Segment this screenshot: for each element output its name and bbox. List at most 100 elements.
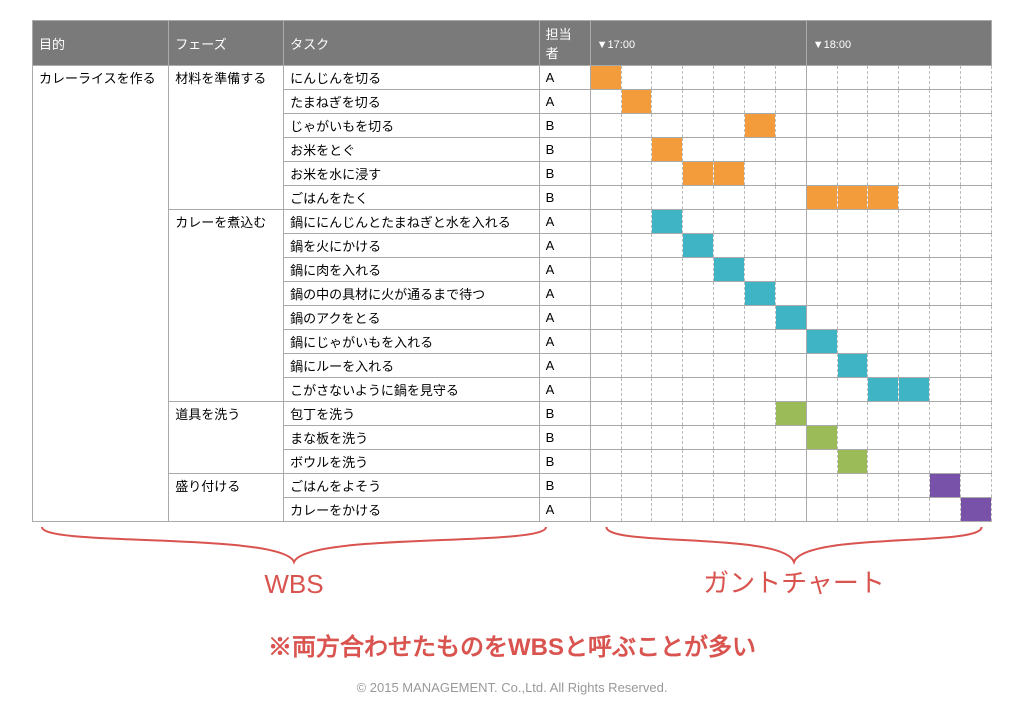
- gantt-cell: [806, 402, 837, 426]
- task-cell: ごはんをたく: [284, 186, 539, 210]
- col-owner: 担当者: [539, 21, 590, 66]
- gantt-cell: [899, 306, 930, 330]
- gantt-cell: [899, 330, 930, 354]
- gantt-cell: [930, 306, 961, 330]
- task-cell: 鍋にルーを入れる: [284, 354, 539, 378]
- gantt-cell: [899, 162, 930, 186]
- gantt-bar: [776, 306, 806, 329]
- gantt-cell: [590, 114, 621, 138]
- gantt-cell: [960, 282, 991, 306]
- task-cell: にんじんを切る: [284, 66, 539, 90]
- gantt-cell: [590, 402, 621, 426]
- gantt-cell: [683, 234, 714, 258]
- phase-cell: 材料を準備する: [169, 66, 284, 210]
- gantt-cell: [652, 450, 683, 474]
- gantt-cell: [775, 474, 806, 498]
- gantt-cell: [621, 210, 652, 234]
- gantt-cell: [744, 450, 775, 474]
- gantt-cell: [899, 282, 930, 306]
- gantt-cell: [806, 162, 837, 186]
- phase-cell: 道具を洗う: [169, 402, 284, 474]
- gantt-cell: [714, 162, 745, 186]
- gantt-cell: [899, 234, 930, 258]
- gantt-cell: [621, 426, 652, 450]
- gantt-cell: [683, 330, 714, 354]
- gantt-cell: [960, 114, 991, 138]
- gantt-cell: [590, 186, 621, 210]
- task-cell: 鍋を火にかける: [284, 234, 539, 258]
- gantt-cell: [868, 426, 899, 450]
- gantt-cell: [960, 402, 991, 426]
- owner-cell: A: [539, 210, 590, 234]
- gantt-cell: [714, 330, 745, 354]
- gantt-cell: [806, 234, 837, 258]
- gantt-cell: [744, 306, 775, 330]
- gantt-cell: [899, 90, 930, 114]
- gantt-cell: [837, 114, 868, 138]
- gantt-cell: [837, 378, 868, 402]
- gantt-cell: [621, 354, 652, 378]
- gantt-cell: [590, 330, 621, 354]
- gantt-cell: [775, 426, 806, 450]
- gantt-bar: [868, 186, 898, 209]
- col-time-1800: ▼18:00: [806, 21, 991, 66]
- gantt-cell: [930, 498, 961, 522]
- owner-cell: A: [539, 354, 590, 378]
- owner-cell: B: [539, 426, 590, 450]
- gantt-cell: [899, 498, 930, 522]
- task-cell: 鍋ににんじんとたまねぎと水を入れる: [284, 210, 539, 234]
- gantt-cell: [899, 450, 930, 474]
- gantt-cell: [868, 282, 899, 306]
- gantt-bar: [652, 210, 682, 233]
- gantt-cell: [775, 186, 806, 210]
- gantt-cell: [683, 426, 714, 450]
- task-cell: お米を水に浸す: [284, 162, 539, 186]
- task-cell: 鍋の中の具材に火が通るまで待つ: [284, 282, 539, 306]
- gantt-cell: [621, 402, 652, 426]
- gantt-cell: [652, 426, 683, 450]
- gantt-cell: [683, 66, 714, 90]
- gantt-cell: [744, 498, 775, 522]
- task-cell: じゃがいもを切る: [284, 114, 539, 138]
- gantt-cell: [930, 258, 961, 282]
- gantt-cell: [621, 234, 652, 258]
- table-header: 目的 フェーズ タスク 担当者 ▼17:00 ▼18:00: [33, 21, 992, 66]
- phase-cell: 盛り付ける: [169, 474, 284, 522]
- gantt-cell: [837, 258, 868, 282]
- copyright-text: © 2015 MANAGEMENT. Co.,Ltd. All Rights R…: [32, 680, 992, 695]
- owner-cell: A: [539, 282, 590, 306]
- gantt-cell: [960, 186, 991, 210]
- task-cell: まな板を洗う: [284, 426, 539, 450]
- gantt-cell: [683, 186, 714, 210]
- gantt-cell: [775, 114, 806, 138]
- gantt-cell: [590, 450, 621, 474]
- gantt-cell: [899, 378, 930, 402]
- gantt-cell: [744, 426, 775, 450]
- gantt-cell: [683, 450, 714, 474]
- gantt-cell: [590, 90, 621, 114]
- gantt-cell: [837, 426, 868, 450]
- gantt-cell: [837, 234, 868, 258]
- gantt-cell: [714, 66, 745, 90]
- gantt-cell: [806, 186, 837, 210]
- gantt-bar: [961, 498, 991, 521]
- gantt-cell: [744, 186, 775, 210]
- gantt-cell: [960, 162, 991, 186]
- gantt-cell: [837, 90, 868, 114]
- gantt-bar: [807, 426, 837, 449]
- gantt-cell: [744, 402, 775, 426]
- gantt-cell: [868, 498, 899, 522]
- gantt-cell: [714, 354, 745, 378]
- gantt-cell: [868, 450, 899, 474]
- owner-cell: B: [539, 450, 590, 474]
- gantt-cell: [868, 330, 899, 354]
- gantt-cell: [621, 114, 652, 138]
- gantt-cell: [590, 354, 621, 378]
- gantt-cell: [621, 450, 652, 474]
- gantt-cell: [652, 306, 683, 330]
- owner-cell: A: [539, 306, 590, 330]
- gantt-cell: [806, 114, 837, 138]
- gantt-cell: [960, 258, 991, 282]
- gantt-cell: [775, 330, 806, 354]
- brace-wbs: WBS: [32, 522, 556, 592]
